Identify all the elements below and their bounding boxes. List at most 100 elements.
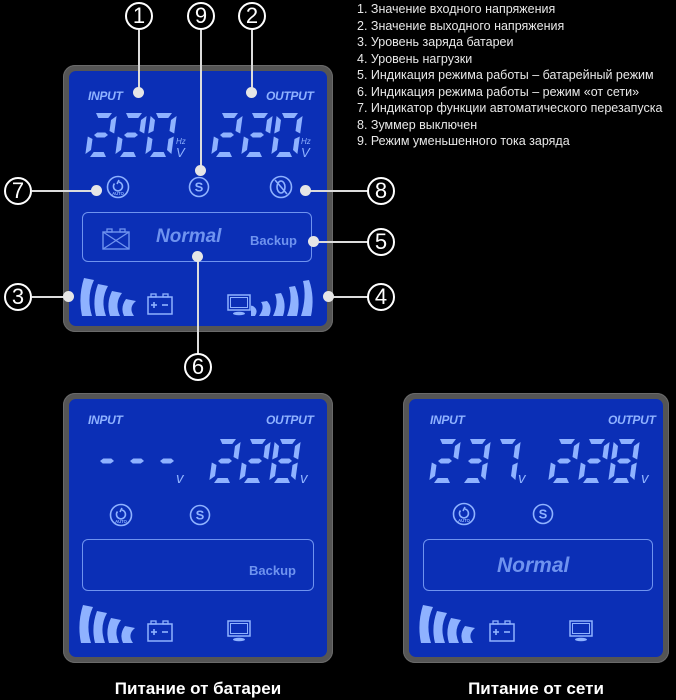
segment-b (513, 442, 521, 460)
segment-g (124, 132, 138, 138)
callout-9: 9 (187, 2, 215, 30)
callout-1: 1 (125, 2, 153, 30)
digit (271, 113, 303, 157)
digit (464, 439, 491, 483)
digit (130, 458, 144, 464)
segment-a (220, 439, 236, 444)
level-bar (259, 301, 271, 316)
legend-item-7: 7. Индикатор функции автоматического пер… (357, 101, 663, 115)
callout-line-4 (333, 296, 368, 298)
auto-restart-icon: AUTO (109, 503, 133, 532)
level-bar (447, 618, 461, 643)
segment-a (282, 113, 298, 118)
load-level-bars (245, 276, 317, 321)
level-bar (94, 284, 108, 316)
segment-d (90, 152, 106, 157)
digit (100, 458, 114, 464)
callout-dot-9 (195, 165, 206, 176)
segment-a (126, 113, 142, 118)
input-label: INPUT (430, 413, 465, 427)
digit (239, 439, 271, 483)
segment-f (274, 116, 281, 134)
mode-backup-label: Backup (250, 233, 297, 248)
battery-mode-caption: Питание от батареи (114, 679, 282, 698)
segment-d (464, 478, 480, 483)
segment-f (272, 442, 279, 460)
segment-e (145, 136, 153, 154)
output-unit-v: v (300, 470, 308, 487)
level-bar (287, 286, 299, 316)
level-bar (107, 618, 121, 643)
callout-dot-4 (323, 291, 334, 302)
battery-level-bars (80, 276, 146, 321)
legend-item-4: 4. Уровень нагрузки (357, 51, 473, 66)
callout-line-8 (305, 190, 368, 192)
s-mode-icon: S (532, 503, 554, 530)
digit (269, 439, 301, 483)
buzzer-off-icon (269, 175, 293, 204)
segment-d (274, 478, 290, 483)
mode-backup-label: Backup (249, 563, 296, 578)
callout-4: 4 (367, 283, 395, 311)
segment-a (252, 113, 268, 118)
output-unit-v: V (301, 145, 310, 160)
callout-7: 7 (4, 177, 32, 205)
segment-a (250, 439, 266, 444)
digit (209, 439, 241, 483)
segment-g (220, 132, 234, 138)
battery-icon (489, 620, 515, 647)
input-label: INPUT (88, 89, 123, 103)
mode-normal-label: Normal (497, 554, 570, 577)
digit (608, 439, 640, 483)
load-monitor-icon (227, 294, 251, 321)
level-bar (273, 293, 285, 316)
legend-item-3: 3. Уровень заряда батареи (357, 35, 514, 49)
segment-b (483, 442, 491, 460)
input-unit-v: v (176, 470, 184, 487)
segment-d (613, 478, 629, 483)
segment-d (553, 478, 569, 483)
segment-a (500, 439, 516, 444)
segment-g (557, 458, 571, 464)
segment-c (293, 136, 300, 154)
segment-c (481, 462, 488, 480)
level-bar (121, 626, 135, 643)
callout-dot-8 (300, 185, 311, 196)
segment-a (559, 439, 575, 444)
output-voltage-display (209, 439, 307, 483)
battery-icon (147, 293, 173, 320)
legend: 1. Значение входного напряжения 2. Значе… (357, 1, 662, 150)
segment-e (548, 462, 556, 480)
output-voltage-display (211, 113, 309, 157)
segment-c (511, 462, 518, 480)
callout-3: 3 (4, 283, 32, 311)
callout-dot-1 (133, 87, 144, 98)
segment-b (453, 442, 461, 460)
segment-e (429, 462, 437, 480)
svg-text:S: S (539, 507, 548, 522)
segment-c (630, 462, 637, 480)
segment-e (269, 462, 277, 480)
segment-f (148, 116, 155, 134)
segment-c (167, 136, 174, 154)
battery-level-bars (419, 603, 485, 648)
segment-a (470, 439, 486, 444)
load-monitor-icon (227, 620, 251, 647)
segment-d (120, 152, 136, 157)
output-label: OUTPUT (266, 89, 314, 103)
input-voltage-display (85, 113, 183, 157)
segment-e (578, 462, 586, 480)
auto-restart-icon: AUTO (106, 175, 130, 204)
digit (115, 113, 147, 157)
segment-d (150, 152, 166, 157)
s-mode-icon: S (189, 504, 211, 531)
segment-e (209, 462, 217, 480)
level-bar (433, 611, 447, 643)
battery-icon (147, 620, 173, 647)
callout-line-9 (200, 30, 202, 170)
segment-b (632, 442, 640, 460)
segment-g (94, 132, 108, 138)
level-bar (80, 278, 94, 316)
svg-text:AUTO: AUTO (115, 519, 128, 524)
legend-item-5: 5. Индикация режима работы – батарейный … (357, 68, 654, 82)
